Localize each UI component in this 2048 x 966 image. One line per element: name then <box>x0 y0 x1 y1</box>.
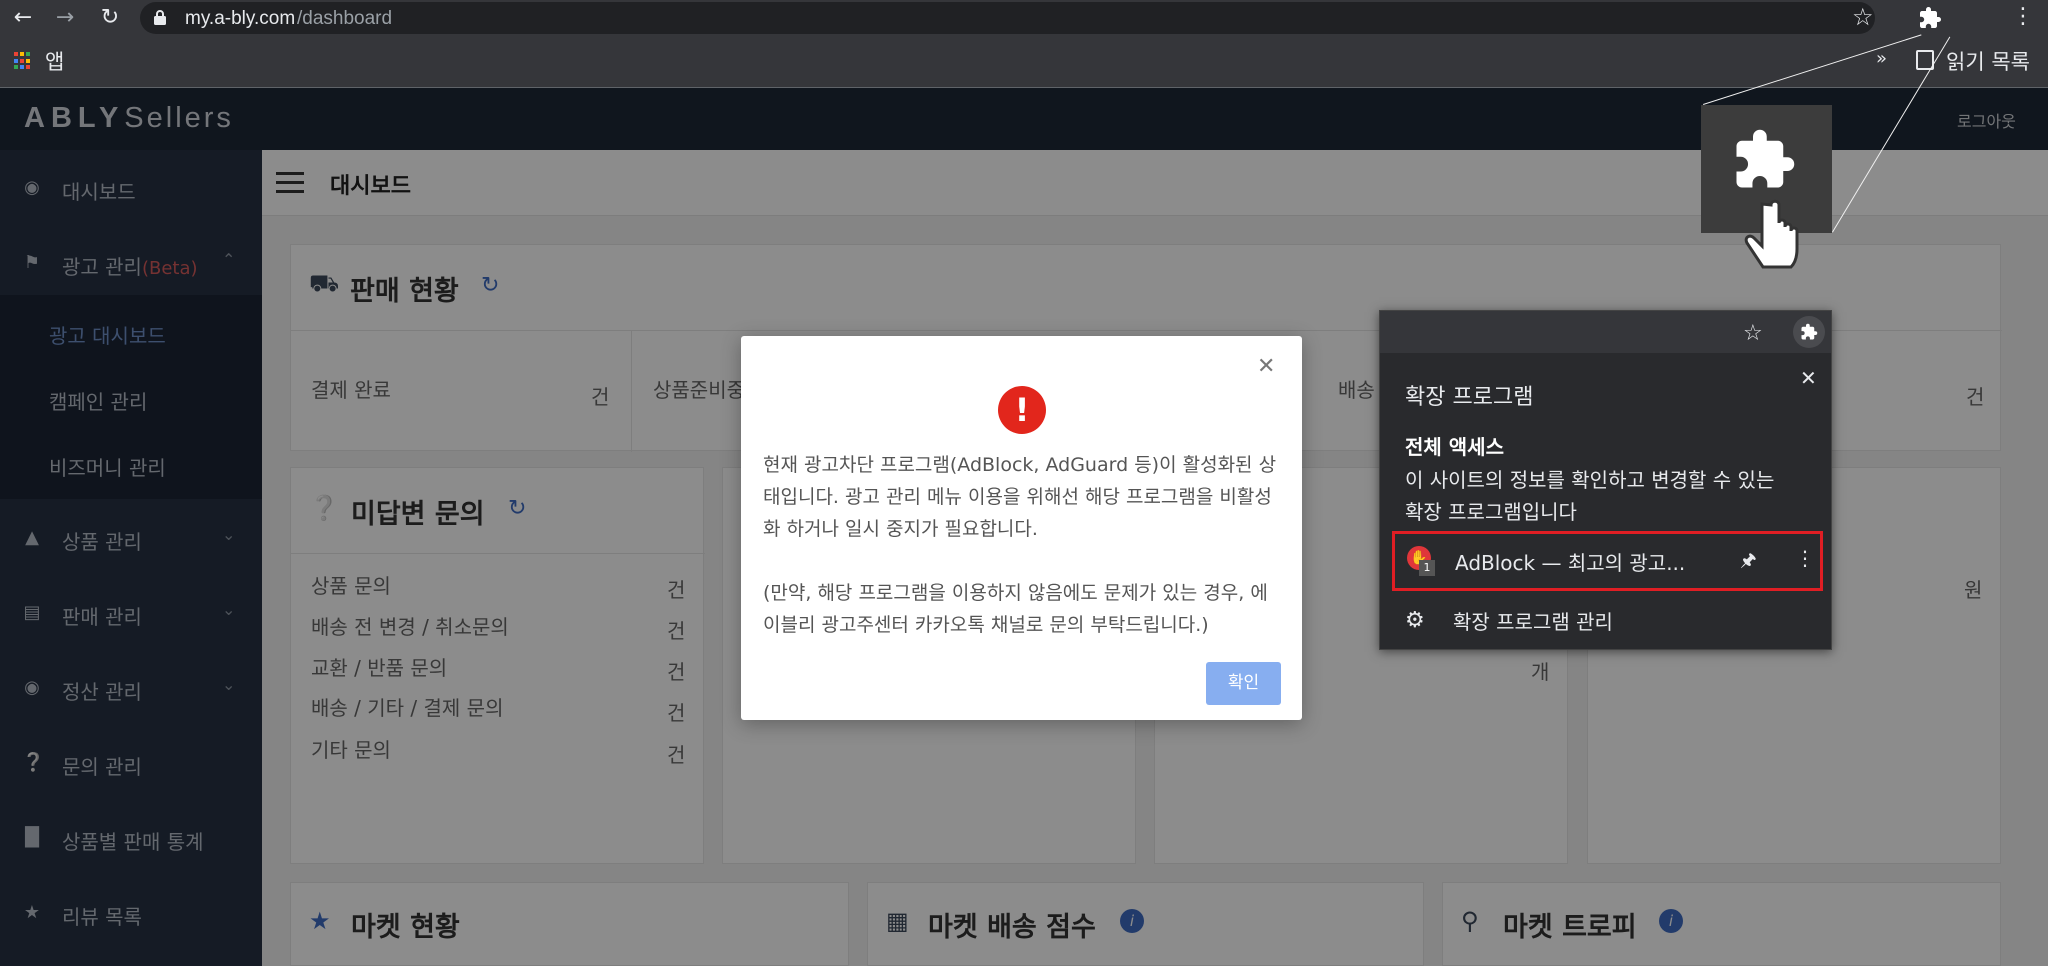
modal-message-secondary: (만약, 해당 프로그램을 이용하지 않음에도 문제가 있는 경우, 에이블리 … <box>763 582 1268 636</box>
reading-list-label[interactable]: 읽기 목록 <box>1946 46 2030 76</box>
adblock-warning-modal: ✕ ! 현재 광고차단 프로그램(AdBlock, AdGuard 등)이 활성… <box>741 336 1302 720</box>
hand-pointer-icon <box>1744 199 1799 269</box>
popup-toolbar-strip: ☆ <box>1380 311 1831 353</box>
extension-name[interactable]: AdBlock — 최고의 광고... <box>1455 547 1685 576</box>
bookmark-star-icon[interactable]: ☆ <box>1743 321 1763 346</box>
extensions-button[interactable] <box>1793 316 1825 348</box>
lock-icon <box>154 10 166 25</box>
pin-icon[interactable]: 🖈 <box>1740 548 1757 578</box>
close-icon[interactable]: ✕ <box>1257 354 1275 379</box>
more-options-icon[interactable]: ⋮ <box>1795 546 1815 570</box>
extensions-title: 확장 프로그램 <box>1405 385 1534 410</box>
browser-menu-icon[interactable]: ⋮ <box>2012 4 2034 29</box>
back-arrow-icon[interactable]: ← <box>9 4 37 32</box>
full-access-description: 확장 프로그램입니다 <box>1405 500 1577 524</box>
adblock-badge: 1 <box>1419 560 1435 576</box>
apps-grid-icon[interactable] <box>14 52 32 70</box>
full-access-heading: 전체 액세스 <box>1405 435 1504 459</box>
gear-icon[interactable]: ⚙ <box>1405 608 1425 633</box>
apps-label[interactable]: 앱 <box>45 46 64 76</box>
confirm-button[interactable]: 확인 <box>1206 662 1281 705</box>
forward-arrow-icon[interactable]: → <box>51 4 79 32</box>
extension-row-adblock[interactable]: ✋ 1 AdBlock — 최고의 광고... 🖈 ⋮ <box>1392 531 1823 591</box>
manage-extensions-link[interactable]: 확장 프로그램 관리 <box>1453 606 1613 635</box>
full-access-description: 이 사이트의 정보를 확인하고 변경할 수 있는 <box>1405 468 1775 492</box>
extensions-popup: ☆ 확장 프로그램 ✕ 전체 액세스 이 사이트의 정보를 확인하고 변경할 수… <box>1379 310 1832 650</box>
reload-icon[interactable]: ↻ <box>96 4 124 32</box>
browser-toolbar: ← → ↻ my.a-bly.com /dashboard ☆ ⋮ <box>0 0 2048 36</box>
bookmark-star-icon[interactable]: ☆ <box>1852 3 1874 31</box>
bookmarks-overflow-icon[interactable]: » <box>1876 48 1887 69</box>
puzzle-piece-icon <box>1801 323 1818 340</box>
alert-icon: ! <box>998 386 1046 434</box>
modal-message: 현재 광고차단 프로그램(AdBlock, AdGuard 등)이 활성화된 상… <box>763 454 1277 540</box>
bookmarks-bar: 앱 » 읽기 목록 <box>0 36 2048 88</box>
url-path: /dashboard <box>297 8 393 29</box>
close-icon[interactable]: ✕ <box>1800 366 1817 390</box>
address-bar[interactable]: my.a-bly.com /dashboard <box>140 2 1875 34</box>
extensions-puzzle-icon[interactable] <box>1918 6 1942 30</box>
url-host: my.a-bly.com <box>185 8 296 29</box>
